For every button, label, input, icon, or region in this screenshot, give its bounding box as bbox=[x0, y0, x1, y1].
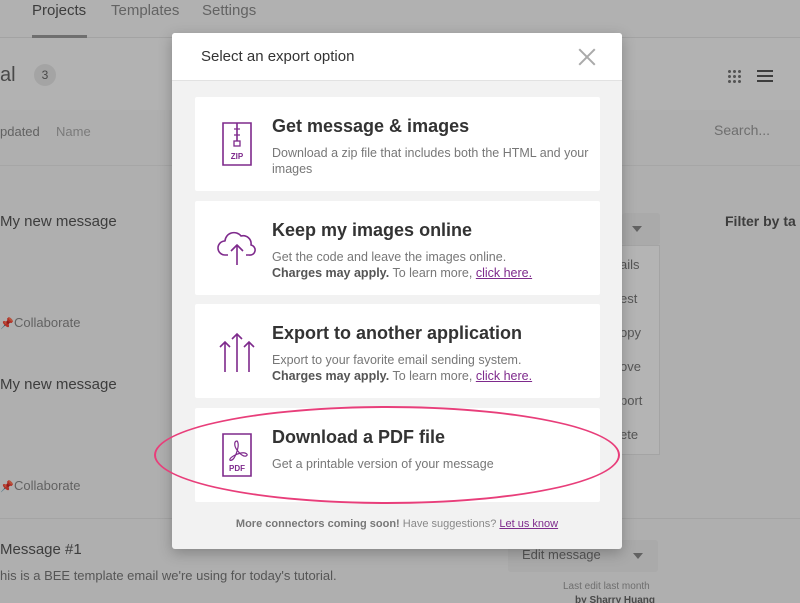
modal-header: Select an export option bbox=[172, 33, 622, 81]
option-title: Get message & images bbox=[272, 116, 470, 136]
svg-text:PDF: PDF bbox=[229, 464, 245, 473]
learn-more-link[interactable]: click here. bbox=[476, 266, 532, 280]
modal-footer: More connectors coming soon! Have sugges… bbox=[235, 518, 559, 530]
let-us-know-link[interactable]: Let us know bbox=[499, 518, 558, 530]
cloud-upload-icon bbox=[217, 231, 256, 265]
option-description: Export to your favorite email sending sy… bbox=[272, 353, 533, 383]
export-modal: Select an export option ZIP Get message … bbox=[172, 33, 622, 549]
export-option-pdf[interactable]: PDF Download a PDF file Get a printable … bbox=[195, 408, 600, 502]
export-option-images-online[interactable]: Keep my images online Get the code and l… bbox=[195, 201, 600, 295]
svg-text:ZIP: ZIP bbox=[231, 152, 244, 161]
modal-title: Select an export option bbox=[201, 48, 355, 65]
export-option-application[interactable]: Export to another application Export to … bbox=[195, 304, 600, 398]
option-description: Get the code and leave the images online… bbox=[272, 250, 533, 280]
zip-file-icon: ZIP bbox=[222, 122, 252, 166]
option-title: Download a PDF file bbox=[272, 427, 446, 447]
export-option-zip[interactable]: ZIP Get message & images Download a zip … bbox=[195, 97, 600, 191]
option-description: Download a zip file that includes both t… bbox=[272, 146, 589, 176]
learn-more-link[interactable]: click here. bbox=[476, 369, 532, 383]
option-description: Get a printable version of your message bbox=[272, 457, 494, 471]
export-arrows-icon bbox=[219, 332, 255, 372]
option-title: Keep my images online bbox=[272, 220, 473, 240]
pdf-file-icon: PDF bbox=[222, 433, 252, 477]
option-title: Export to another application bbox=[272, 323, 523, 343]
close-icon[interactable] bbox=[576, 46, 598, 68]
